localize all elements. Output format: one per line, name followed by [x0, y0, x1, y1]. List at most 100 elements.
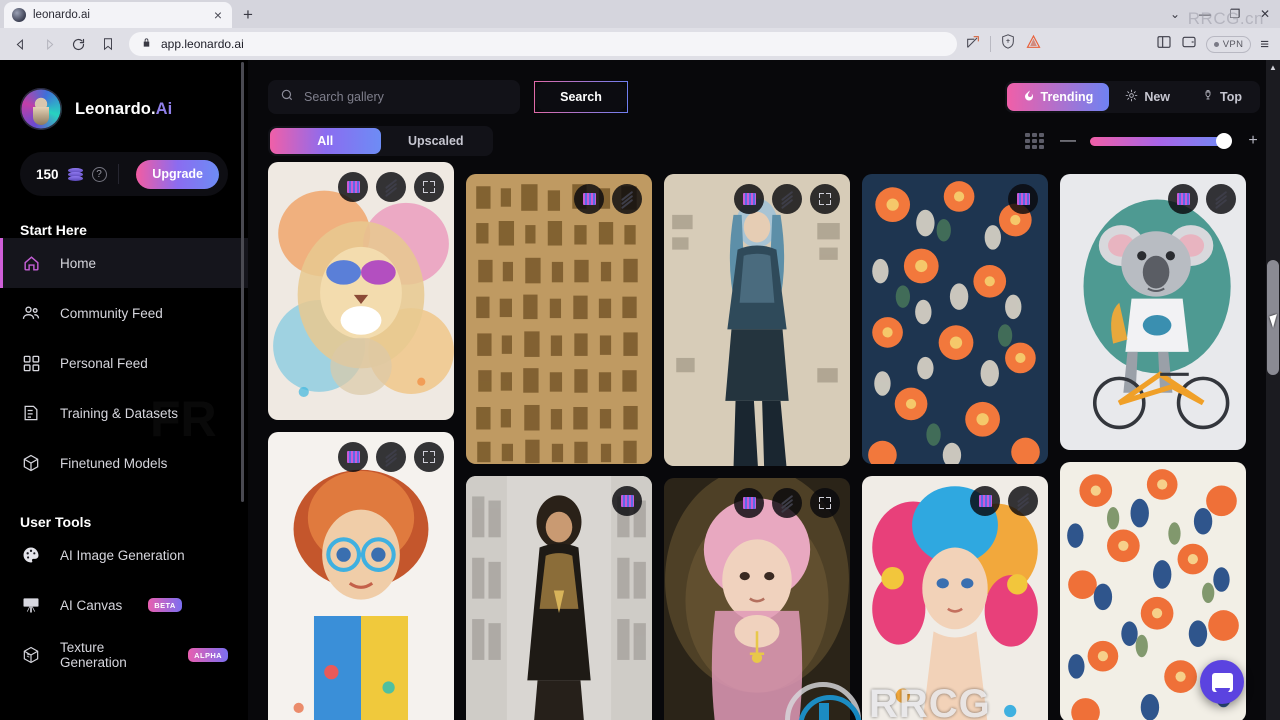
close-icon[interactable]: × [212, 8, 224, 22]
variations-icon[interactable] [772, 184, 802, 214]
tab-label: Top [1220, 90, 1242, 104]
expand-icon[interactable] [414, 172, 444, 202]
vpn-button[interactable]: VPN [1205, 35, 1252, 53]
grid-density-icon[interactable] [1025, 133, 1044, 149]
gallery-card-hieroglyphs[interactable] [466, 174, 652, 464]
gallery-card-blue-warrior[interactable] [664, 174, 850, 466]
sidebar-item-ai-canvas[interactable]: AI Canvas BETA [0, 580, 248, 630]
card-actions [574, 184, 642, 214]
card-actions [734, 184, 840, 214]
card-image [268, 432, 454, 720]
expand-icon[interactable] [414, 442, 444, 472]
variations-icon[interactable] [1206, 184, 1236, 214]
variations-icon[interactable] [772, 488, 802, 518]
minimize-button[interactable]: — [1190, 0, 1220, 28]
search-input[interactable] [304, 90, 508, 104]
remix-icon[interactable] [734, 488, 764, 518]
filter-tab-all[interactable]: All [270, 128, 381, 154]
brave-shield-icon[interactable] [1000, 33, 1016, 55]
site-favicon [12, 8, 26, 22]
sidebar-scrollbar[interactable] [241, 62, 244, 502]
tab-trending[interactable]: Trending [1006, 83, 1110, 111]
gallery-card-floral-dark[interactable] [862, 174, 1048, 464]
variations-icon[interactable] [376, 442, 406, 472]
expand-icon[interactable] [810, 488, 840, 518]
remix-icon[interactable] [970, 486, 1000, 516]
variations-icon[interactable] [612, 486, 642, 516]
forward-icon[interactable] [36, 31, 63, 58]
gallery-card-sorceress[interactable] [466, 476, 652, 720]
zoom-slider-knob[interactable] [1216, 133, 1232, 149]
scroll-up-icon[interactable]: ▲ [1266, 60, 1280, 74]
tab-top[interactable]: Top [1186, 83, 1258, 111]
easel-icon [20, 594, 42, 616]
browser-window: leonardo.ai × + ⌄ — ❐ ✕ app.leonardo.ai … [0, 0, 1280, 720]
remix-icon[interactable] [574, 184, 604, 214]
tab-label: New [1144, 90, 1171, 104]
new-tab-button[interactable]: + [234, 2, 262, 28]
sidebar-item-community-feed[interactable]: Community Feed [0, 288, 248, 338]
leonardo-avatar-icon [20, 88, 62, 130]
sidebar-item-training-datasets[interactable]: Training & Datasets [0, 388, 248, 438]
home-icon [20, 252, 42, 274]
app-sidebar: Leonardo.Ai 150 ? Upgrade Start Here Hom… [0, 60, 248, 720]
browser-tab[interactable]: leonardo.ai × [4, 2, 232, 28]
zoom-controls: — + [1025, 132, 1260, 150]
bookmark-icon[interactable] [94, 31, 121, 58]
gallery-card-koala[interactable] [1060, 174, 1246, 450]
variations-icon[interactable] [612, 184, 642, 214]
chevron-down-icon[interactable]: ⌄ [1160, 0, 1190, 28]
card-image [862, 174, 1048, 464]
reload-icon[interactable] [65, 31, 92, 58]
card-actions [1008, 184, 1038, 214]
page-scrollbar[interactable]: ▲ [1266, 60, 1280, 720]
zoom-slider[interactable] [1090, 133, 1232, 149]
chat-bubble-icon[interactable] [1200, 660, 1244, 704]
variations-icon[interactable] [1008, 486, 1038, 516]
gallery-card-pink-haired[interactable] [664, 478, 850, 720]
upgrade-button[interactable]: Upgrade [136, 159, 219, 189]
tab-new[interactable]: New [1109, 83, 1186, 111]
credits-divider [117, 164, 119, 184]
vpn-status-dot [1213, 41, 1219, 47]
remix-icon[interactable] [338, 172, 368, 202]
zoom-out-button[interactable]: — [1060, 132, 1076, 150]
sidebar-item-personal-feed[interactable]: Personal Feed [0, 338, 248, 388]
tokens-icon [67, 167, 83, 181]
window-close-button[interactable]: ✕ [1250, 0, 1280, 28]
wallet-icon[interactable] [1181, 34, 1197, 55]
gallery-card-girl-glasses[interactable] [268, 432, 454, 720]
search-box[interactable] [268, 80, 520, 114]
variations-icon[interactable] [376, 172, 406, 202]
zoom-in-button[interactable]: + [1246, 132, 1260, 150]
sidebar-panel-icon[interactable] [1156, 34, 1172, 55]
gallery-card-rainbow-hair[interactable] [862, 476, 1048, 720]
card-actions [1168, 184, 1236, 214]
sidebar-section-title-user-tools: User Tools [20, 514, 92, 530]
sidebar-item-texture-generation[interactable]: Texture Generation ALPHA [0, 630, 248, 680]
sidebar-item-finetuned-models[interactable]: Finetuned Models [0, 438, 248, 488]
brand-logo[interactable]: Leonardo.Ai [0, 82, 248, 136]
sidebar-item-home[interactable]: Home [0, 238, 248, 288]
back-icon[interactable] [7, 31, 34, 58]
remix-icon[interactable] [1168, 184, 1198, 214]
sidebar-item-ai-image-generation[interactable]: AI Image Generation [0, 530, 248, 580]
sidebar-item-label: Training & Datasets [60, 405, 179, 421]
gallery-card-lion[interactable] [268, 162, 454, 420]
share-icon[interactable] [965, 34, 981, 55]
maximize-button[interactable]: ❐ [1220, 0, 1250, 28]
tab-label: Trending [1040, 90, 1094, 104]
image-gallery [248, 162, 1266, 720]
search-button[interactable]: Search [534, 81, 628, 113]
menu-icon[interactable]: ≡ [1260, 36, 1269, 53]
remix-icon[interactable] [734, 184, 764, 214]
help-circle-icon[interactable]: ? [91, 166, 107, 182]
sidebar-item-label: Finetuned Models [60, 455, 168, 471]
remix-icon[interactable] [1008, 184, 1038, 214]
url-bar[interactable]: app.leonardo.ai [129, 32, 957, 56]
brave-logo-icon[interactable] [1025, 34, 1042, 55]
filter-tab-upscaled[interactable]: Upscaled [381, 128, 492, 154]
expand-icon[interactable] [810, 184, 840, 214]
remix-icon[interactable] [338, 442, 368, 472]
main-content: Search Trending N [248, 60, 1280, 720]
